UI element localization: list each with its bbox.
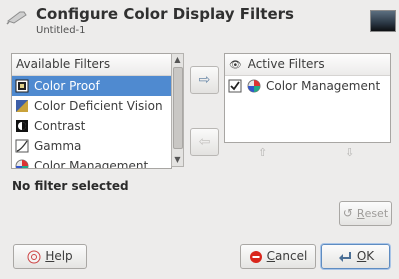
color-proof-icon [15, 79, 29, 93]
cancel-icon [249, 250, 262, 263]
scroll-down-arrow-icon[interactable]: ▼ [172, 154, 183, 166]
eye-icon: 👁 [229, 60, 242, 71]
reset-label-rest: eset [364, 207, 389, 220]
reset-button[interactable]: ↺ Reset [339, 201, 392, 226]
list-item-contrast[interactable]: Contrast [12, 116, 171, 136]
move-up-button[interactable]: ⇧ [258, 146, 267, 159]
cancel-mnemonic: C [266, 249, 276, 263]
cancel-label-rest: ancel [275, 249, 308, 263]
arrow-left-icon: ⇦ [198, 134, 211, 150]
move-up-icon: ⇧ [258, 146, 268, 159]
move-down-icon: ⇩ [345, 146, 355, 159]
checkbox-checked-icon[interactable] [228, 79, 242, 93]
ok-label-rest: K [366, 249, 375, 263]
scrollbar-thumb[interactable] [173, 67, 183, 149]
cancel-button[interactable]: Cancel [240, 244, 316, 269]
list-item-color-proof[interactable]: Color Proof [12, 76, 171, 96]
move-down-button[interactable]: ⇩ [345, 146, 354, 159]
scroll-up-arrow-icon[interactable]: ▲ [172, 54, 183, 66]
list-item-label: Color Deficient Vision [34, 99, 163, 113]
color-management-icon [247, 79, 261, 93]
gamma-icon [15, 139, 29, 153]
color-filters-icon [6, 11, 27, 25]
help-label-rest: elp [54, 249, 73, 263]
help-mnemonic: H [45, 249, 55, 263]
available-filters-scrollbar[interactable]: ▲ ▼ [171, 53, 184, 167]
list-item-active-color-management[interactable]: Color Management [225, 76, 390, 96]
list-item-color-management[interactable]: Color Management [12, 156, 171, 169]
ok-button[interactable]: OK [321, 244, 390, 269]
list-item-label: Color Management [34, 159, 149, 169]
filter-status-text: No filter selected [12, 179, 129, 193]
contrast-icon [16, 120, 28, 132]
list-item-label: Color Management [266, 79, 381, 93]
reset-icon: ↺ [342, 206, 353, 220]
available-filters-header[interactable]: Available Filters [12, 54, 171, 76]
dialog-title: Configure Color Display Filters [36, 5, 294, 23]
remove-filter-button[interactable]: ⇦ [190, 128, 219, 156]
image-thumbnail [370, 10, 396, 32]
help-icon [27, 250, 41, 263]
active-filters-list[interactable]: 👁 Active Filters Color Management [224, 53, 391, 143]
list-item-label: Color Proof [34, 79, 100, 93]
ok-mnemonic: O [356, 249, 367, 263]
dialog-subtitle: Untitled-1 [36, 25, 86, 36]
color-deficient-vision-icon [16, 100, 28, 112]
enter-arrow-icon [338, 251, 351, 262]
add-filter-button[interactable]: ⇨ [190, 66, 219, 94]
list-item-label: Contrast [34, 119, 86, 133]
help-button[interactable]: Help [13, 244, 87, 269]
active-filters-header[interactable]: 👁 Active Filters [225, 54, 390, 76]
active-filters-header-label: Active Filters [247, 57, 325, 71]
list-item-label: Gamma [34, 139, 82, 153]
arrow-right-icon: ⇨ [198, 72, 211, 88]
reset-mnemonic: R [356, 207, 365, 220]
list-item-gamma[interactable]: Gamma [12, 136, 171, 156]
available-filters-list[interactable]: Available Filters Color Proof Color Defi… [11, 53, 172, 169]
list-item-color-deficient-vision[interactable]: Color Deficient Vision [12, 96, 171, 116]
color-management-icon [15, 159, 29, 168]
